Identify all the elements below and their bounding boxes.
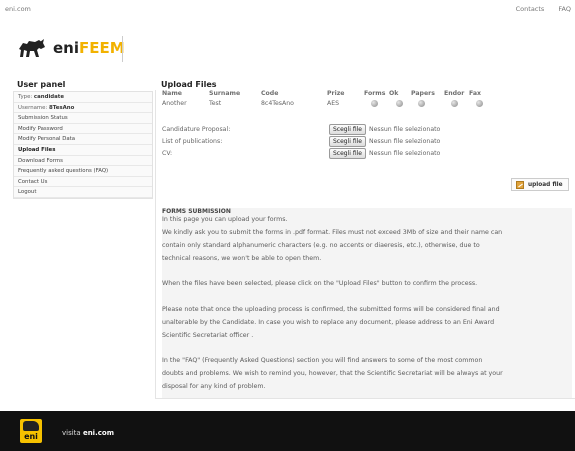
sidebar-title: User panel (17, 80, 66, 89)
logo-eni: eni (53, 39, 79, 57)
ok-status-icon (396, 100, 403, 107)
cell-code: 8c4TesAno (261, 100, 294, 107)
username-label: Username: (18, 104, 48, 111)
six-legged-dog-icon (23, 421, 39, 431)
instructions-line: When the files have been selected, pleas… (162, 280, 478, 287)
sidebar-item-logout[interactable]: Logout (14, 187, 152, 198)
col-prize: Prize (327, 90, 345, 97)
edit-icon (516, 180, 524, 189)
col-fax: Fax (469, 90, 482, 97)
forms-submission-section: FORMS SUBMISSION In this page you can up… (162, 208, 572, 398)
col-name: Name (162, 90, 182, 97)
cell-surname: Test (209, 100, 222, 107)
username-value: 8TesAno (49, 104, 75, 111)
instructions-line: technical reasons, we won't be able to o… (162, 255, 322, 262)
instructions-line: contain only standard alphanumeric chara… (162, 242, 480, 249)
user-type: Type: candidate (14, 92, 152, 103)
instructions-line: doubts and problems. We wish to remind y… (162, 370, 503, 377)
choose-file-button[interactable]: Scegli file (329, 148, 366, 159)
endor-status-icon (451, 100, 458, 107)
file-status: Nessun file selezionato (369, 126, 441, 133)
col-ok: Ok (389, 90, 399, 97)
user-type-value: candidate (33, 94, 65, 100)
upload-row-cv: CV: Scegli file Nessun file selezionato (162, 148, 440, 159)
fax-status-icon (476, 100, 483, 107)
six-legged-dog-icon (19, 39, 45, 57)
file-status: Nessun file selezionato (369, 150, 441, 157)
footer-logo-text: eni (24, 432, 38, 441)
sidebar-item-download-forms[interactable]: Download Forms (14, 156, 152, 167)
username: Username: 8TesAno (14, 103, 152, 114)
sidebar-item-modify-personal-data[interactable]: Modify Personal Data (14, 134, 152, 145)
eni-com-link[interactable]: eni.com (83, 429, 114, 437)
sidebar-item-faq[interactable]: Frequently asked questions (FAQ) (14, 166, 152, 177)
footer: eni visita eni.com (0, 411, 575, 451)
faq-link[interactable]: FAQ (558, 5, 571, 13)
col-code: Code (261, 90, 279, 97)
instructions-line: Please note that once the uploading proc… (162, 306, 500, 313)
page-title: Upload Files (161, 80, 217, 89)
main-panel: Name Surname Code Prize Forms Ok Papers … (155, 90, 575, 399)
sidebar-item-submission-status[interactable]: Submission Status (14, 113, 152, 124)
upload-file-label: upload file (528, 181, 563, 188)
col-surname: Surname (209, 90, 241, 97)
forms-status-icon (371, 100, 378, 107)
papers-status-icon (418, 100, 425, 107)
sidebar-item-upload-files[interactable]: Upload Files (14, 145, 152, 156)
upload-file-button[interactable]: upload file (511, 178, 569, 191)
instructions-line: In the "FAQ" (Frequently Asked Questions… (162, 357, 483, 364)
user-type-label: Type: (18, 94, 33, 100)
col-forms: Forms (364, 90, 386, 97)
file-status: Nessun file selezionato (369, 138, 441, 145)
instructions-line: We kindly ask you to submit the forms in… (162, 229, 503, 236)
logo[interactable]: eniFEEM (17, 33, 125, 63)
upload-label: Candidature Proposal: (162, 126, 231, 133)
instructions-line: unalterable by the Candidate. In case yo… (162, 319, 495, 326)
sidebar: Type: candidate Username: 8TesAno Submis… (13, 91, 153, 199)
top-bar: eni.com Contacts FAQ (0, 0, 575, 18)
logo-text: eniFEEM (53, 39, 125, 57)
instructions-line: disposal for any kind of problem. (162, 383, 266, 390)
logo-feem: FEEM (79, 39, 125, 57)
contacts-link[interactable]: Contacts (516, 5, 545, 13)
visit-label: visita (62, 429, 81, 437)
cell-name: Another (162, 100, 187, 107)
instructions-line: In this page you can upload your forms. (162, 216, 288, 223)
status-table-header: Name Surname Code Prize Forms Ok Papers … (162, 90, 489, 97)
sidebar-item-modify-password[interactable]: Modify Password (14, 124, 152, 135)
upload-row-publications: List of publications: Scegli file Nessun… (162, 136, 440, 147)
top-links: Contacts FAQ (504, 5, 571, 13)
site-link[interactable]: eni.com (5, 5, 31, 13)
logo-divider (122, 36, 123, 62)
choose-file-button[interactable]: Scegli file (329, 124, 366, 135)
cell-prize: AES (327, 100, 340, 107)
col-endor: Endor (444, 90, 465, 97)
eni-footer-logo[interactable]: eni (20, 419, 42, 443)
choose-file-button[interactable]: Scegli file (329, 136, 366, 147)
col-papers: Papers (411, 90, 435, 97)
upload-label: List of publications: (162, 138, 223, 145)
visit-eni-link[interactable]: visita eni.com (62, 429, 114, 437)
upload-row-candidature: Candidature Proposal: Scegli file Nessun… (162, 124, 440, 135)
instructions-line: Scientific Secretariat officer . (162, 332, 254, 339)
table-row: Another Test 8c4TesAno AES (162, 100, 489, 109)
sidebar-item-contact-us[interactable]: Contact Us (14, 177, 152, 188)
upload-label: CV: (162, 150, 173, 157)
